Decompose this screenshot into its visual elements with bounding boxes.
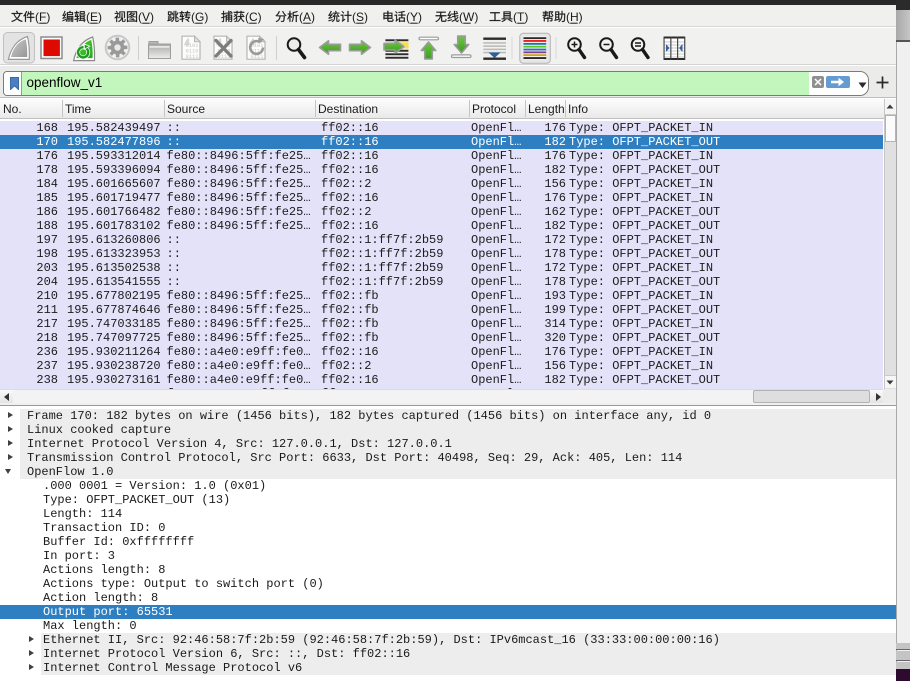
svg-text:(G): (G) (191, 10, 208, 24)
svg-text:(A): (A) (299, 10, 315, 24)
svg-text:(Y): (Y) (406, 10, 422, 24)
svg-text:(V): (V) (138, 10, 154, 24)
svg-text:(F): (F) (35, 10, 50, 24)
svg-text:(C): (C) (245, 10, 262, 24)
svg-text:0111: 0111 (186, 54, 199, 60)
svg-text:(E): (E) (86, 10, 102, 24)
svg-text:(H): (H) (566, 10, 583, 24)
svg-text:(T): (T) (513, 10, 528, 24)
svg-text:(W): (W) (459, 10, 478, 24)
svg-text:(S): (S) (352, 10, 368, 24)
